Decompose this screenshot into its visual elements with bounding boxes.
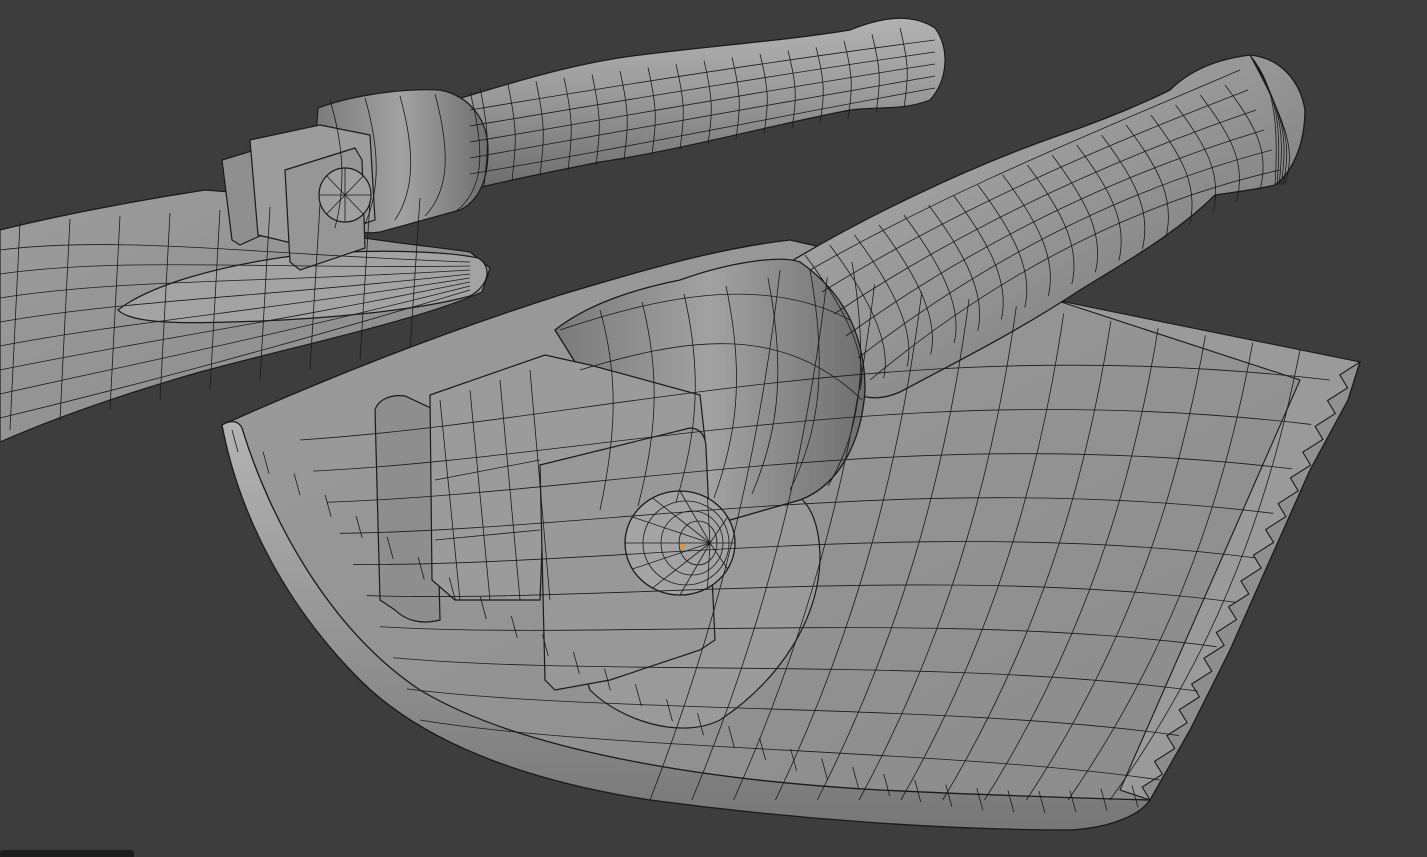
viewport-canvas[interactable] [0, 0, 1427, 857]
3d-viewport[interactable] [0, 0, 1427, 857]
panel-tab-icon[interactable] [0, 850, 134, 857]
selected-vertex[interactable] [680, 543, 686, 549]
